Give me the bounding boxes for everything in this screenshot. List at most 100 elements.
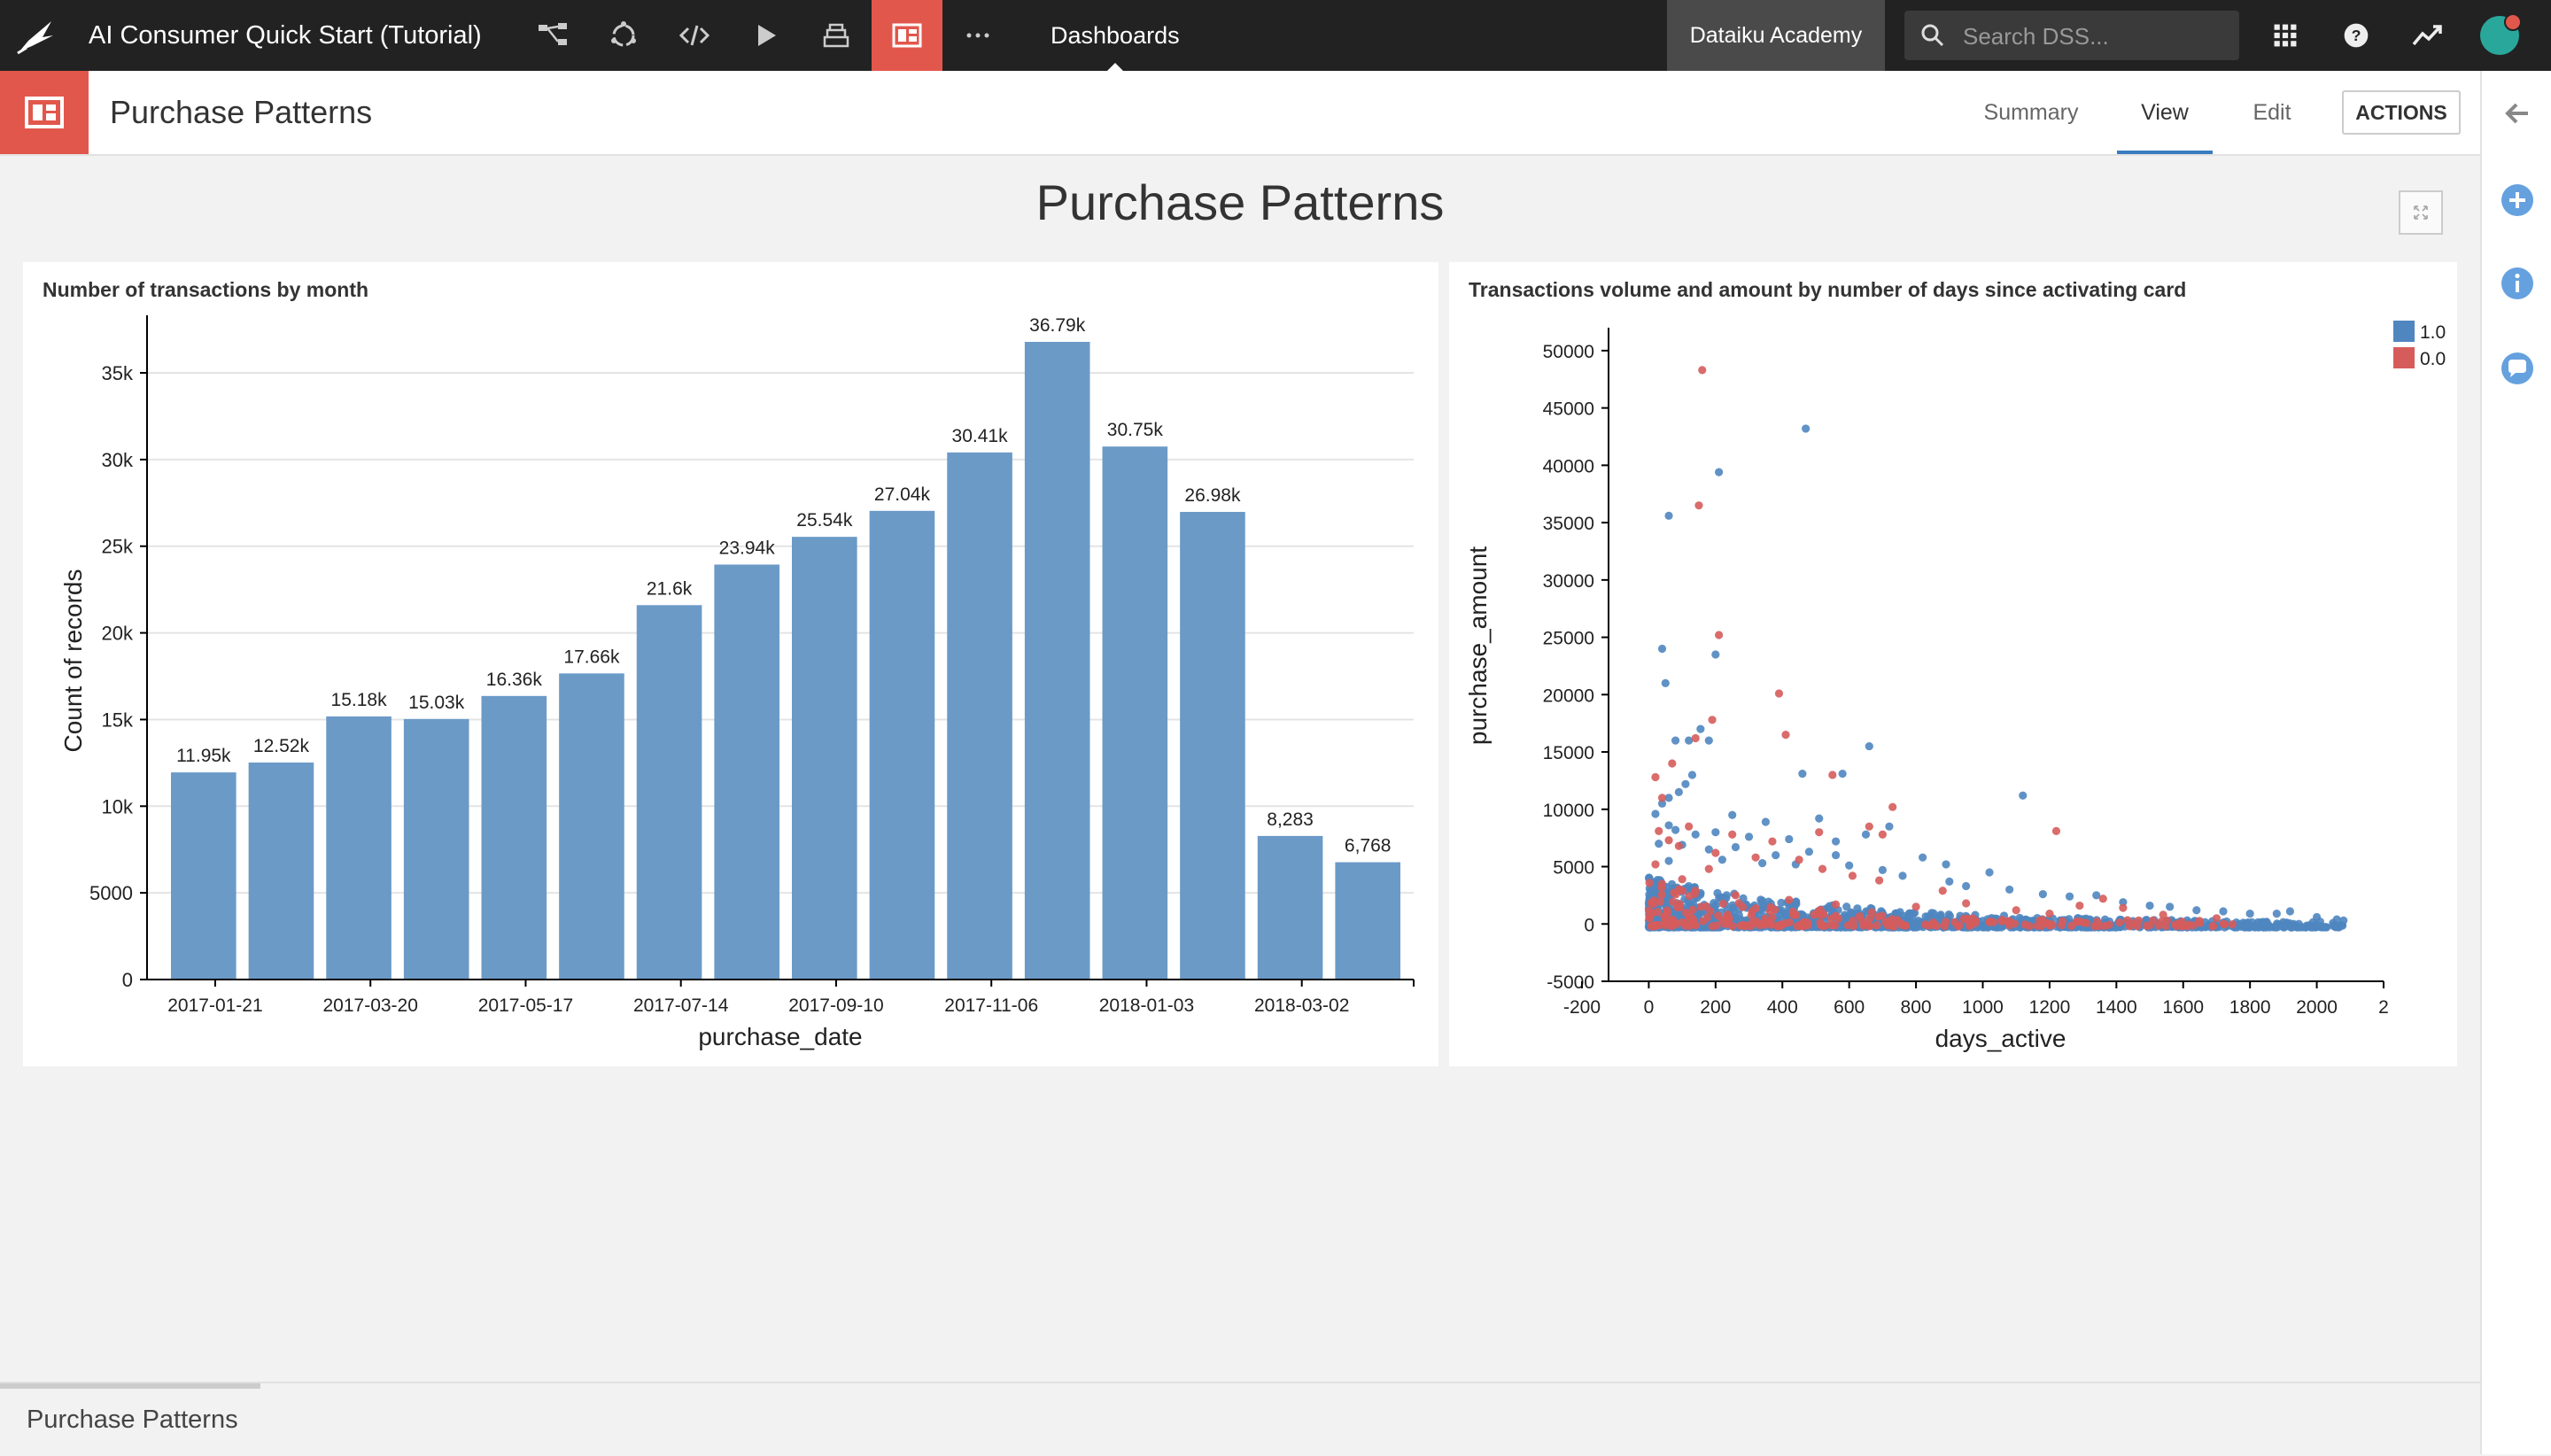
scatter-point (1989, 918, 1998, 926)
deploy-icon[interactable] (801, 0, 872, 71)
bar-chart[interactable]: 0 5000 10k 15k 20k 25k 30k 35k 11.95k 12.52k 15.18… (23, 262, 1438, 1066)
tab-view[interactable]: View (2117, 71, 2213, 154)
scatter-point (2159, 910, 2167, 919)
instance-label[interactable]: Dataiku Academy (1667, 0, 1885, 71)
bar (171, 772, 236, 980)
scatter-point (2252, 920, 2261, 929)
tab-edit[interactable]: Edit (2223, 71, 2321, 154)
scatter-point (1704, 736, 1713, 745)
scatter-point (1657, 879, 1667, 888)
search-box[interactable] (1904, 11, 2239, 62)
tab-summary[interactable]: Summary (1959, 71, 2103, 154)
scatter-point (1831, 900, 1841, 909)
scatter-point (1655, 826, 1663, 835)
discussion-icon[interactable] (2498, 349, 2537, 388)
x-tick-label: 2018-01-03 (1099, 995, 1194, 1016)
scatter-point (1678, 887, 1687, 895)
more-icon[interactable] (942, 0, 1013, 71)
x-tick-label: 2017-07-14 (633, 995, 729, 1016)
scatter-point (1815, 814, 1824, 823)
back-arrow-icon[interactable] (2498, 94, 2537, 133)
y-tick-label: 5000 (89, 882, 133, 904)
scatter-point (1696, 902, 1706, 911)
bar (248, 762, 314, 980)
scatter-point (1843, 921, 1853, 930)
y-axis-label: purchase_amount (1464, 546, 1492, 745)
y-tick-label: 45000 (1543, 399, 1594, 420)
chart-tile-transactions-by-month[interactable]: Number of transactions by month 0 5000 10k… (23, 262, 1438, 1066)
scatter-point (1838, 770, 1847, 778)
scatter-point (1673, 902, 1682, 912)
y-tick-label: 40000 (1543, 456, 1594, 476)
scatter-point (1655, 897, 1664, 906)
data-label: 23.94k (719, 538, 776, 558)
scatter-point (1657, 794, 1667, 802)
chart-tile-volume-by-days-active[interactable]: Transactions volume and amount by number… (1449, 262, 2457, 1066)
fullscreen-button[interactable] (2399, 190, 2443, 235)
y-axis-label: Count of records (59, 569, 87, 753)
legend-label: 1.0 (2420, 322, 2446, 343)
apps-grid-icon[interactable] (2250, 0, 2321, 71)
nav-dashboards-link[interactable]: Dashboards (1027, 0, 1203, 71)
scatter-point (1774, 689, 1784, 698)
add-icon[interactable] (2498, 181, 2537, 220)
scatter-point (1785, 834, 1794, 844)
scatter-point (2145, 901, 2154, 910)
scatter-point (2100, 921, 2109, 931)
page-title[interactable]: Purchase Patterns (110, 92, 372, 133)
scatter-point (1962, 881, 1971, 891)
scatter-point (2245, 910, 2254, 918)
scatter-point (1772, 850, 1780, 860)
scatter-point (1664, 856, 1673, 865)
scatter-point (1706, 907, 1715, 916)
dashboard-icon[interactable] (872, 0, 942, 71)
svg-text:?: ? (2352, 27, 2361, 44)
scatter-point (1691, 887, 1700, 895)
scatter-point (1831, 850, 1841, 860)
y-tick-label: 15000 (1543, 743, 1594, 763)
scatter-point (2219, 907, 2228, 916)
scatter-point (1945, 877, 1954, 886)
flow-icon[interactable] (517, 0, 588, 71)
scatter-point (1651, 772, 1660, 782)
scatter-point (1898, 871, 1907, 880)
scatter-point (1744, 833, 1754, 841)
scatter-point (2142, 921, 2152, 930)
scatter-point (1950, 918, 1959, 926)
dataiku-logo-icon[interactable] (16, 16, 57, 55)
scatter-point (1897, 919, 1906, 928)
scatter-point (1857, 917, 1867, 925)
scatter-chart[interactable]: -500005000100001500020000250003000035000… (1449, 262, 2457, 1066)
actions-button[interactable]: ACTIONS (2342, 90, 2461, 135)
scatter-point (2272, 923, 2281, 932)
scatter-point (1667, 916, 1676, 925)
data-label: 11.95k (176, 746, 231, 766)
scatter-point (1765, 907, 1775, 916)
y-tick-label: 10000 (1543, 801, 1594, 821)
activity-trend-icon[interactable] (2392, 0, 2462, 71)
scatter-point (1731, 891, 1741, 900)
x-tick-label: 2017-11-06 (944, 995, 1038, 1016)
page-tab[interactable]: Purchase Patterns (0, 1383, 260, 1454)
code-icon[interactable] (659, 0, 730, 71)
scatter-point (1661, 921, 1670, 930)
scatter-point (1722, 913, 1731, 922)
play-icon[interactable] (730, 0, 801, 71)
search-input[interactable] (1961, 11, 2230, 62)
help-icon[interactable]: ? (2321, 0, 2392, 71)
scatter-point (1875, 876, 1884, 885)
user-avatar[interactable] (2480, 13, 2522, 55)
scatter-point (1810, 910, 1818, 919)
info-icon[interactable] (2498, 264, 2537, 303)
scatter-point (2296, 923, 2305, 932)
scatter-point (2171, 920, 2180, 929)
data-label: 6,768 (1345, 836, 1392, 856)
scatter-point (1717, 856, 1726, 864)
scatter-point (1694, 501, 1703, 510)
scatter-point (1645, 879, 1654, 887)
scatter-point (1651, 809, 1660, 818)
project-title[interactable]: AI Consumer Quick Start (Tutorial) (89, 18, 482, 53)
x-tick-label: 1200 (2029, 997, 2071, 1018)
refresh-icon[interactable] (588, 0, 659, 71)
scatter-point (1828, 771, 1837, 779)
